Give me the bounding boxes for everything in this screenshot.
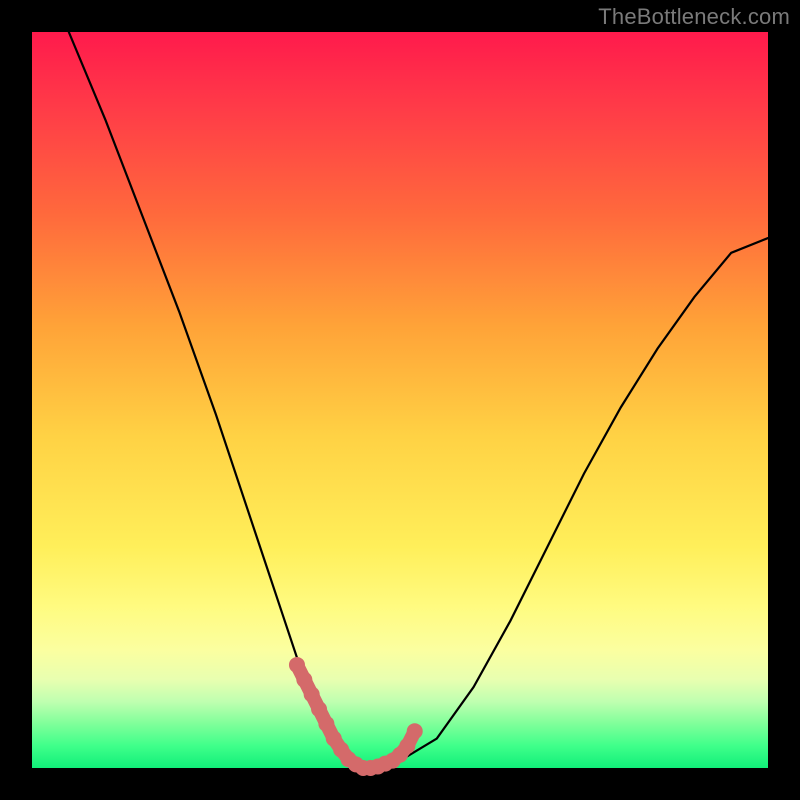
chart-frame: TheBottleneck.com (0, 0, 800, 800)
optimal-zone-dot (311, 701, 327, 717)
optimal-zone-dots (289, 657, 423, 776)
plot-area (32, 32, 768, 768)
optimal-zone-dot (318, 716, 334, 732)
optimal-zone-dot (296, 672, 312, 688)
optimal-zone-dot (407, 723, 423, 739)
chart-svg (32, 32, 768, 768)
watermark-text: TheBottleneck.com (598, 4, 790, 30)
bottleneck-curve (69, 32, 768, 768)
optimal-zone-dot (399, 738, 415, 754)
optimal-zone-dot (289, 657, 305, 673)
optimal-zone-dot (304, 686, 320, 702)
